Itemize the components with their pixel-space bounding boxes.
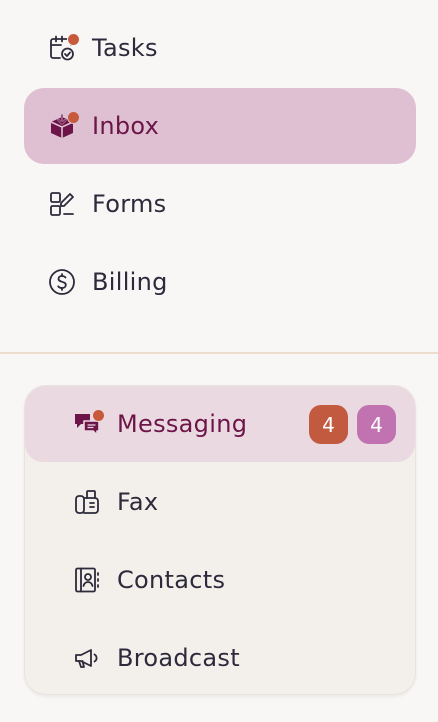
notification-dot bbox=[67, 111, 80, 124]
unread-count-badge: 4 bbox=[309, 405, 348, 444]
nav-item-broadcast[interactable]: Broadcast bbox=[25, 620, 415, 696]
notification-dot bbox=[92, 409, 105, 422]
nav-item-label: Fax bbox=[117, 488, 159, 516]
nav-item-messaging[interactable]: Messaging 4 4 bbox=[25, 386, 415, 462]
nav-item-label: Inbox bbox=[92, 112, 160, 140]
nav-item-contacts[interactable]: Contacts bbox=[25, 542, 415, 618]
nav-item-billing[interactable]: Billing bbox=[24, 244, 416, 320]
inbox-box-icon bbox=[47, 111, 80, 141]
notification-dot bbox=[67, 33, 80, 46]
megaphone-icon bbox=[72, 643, 102, 673]
nav-item-label: Billing bbox=[92, 268, 168, 296]
fax-icon bbox=[72, 487, 102, 517]
mention-count-badge: 4 bbox=[357, 405, 396, 444]
nav-item-inbox[interactable]: Inbox bbox=[24, 88, 416, 164]
nav-item-label: Forms bbox=[92, 190, 167, 218]
messaging-group: Messaging 4 4 Fax Contacts Broadcast bbox=[24, 385, 416, 695]
section-divider bbox=[0, 352, 438, 354]
nav-item-fax[interactable]: Fax bbox=[25, 464, 415, 540]
nav-item-tasks[interactable]: Tasks bbox=[24, 10, 416, 86]
nav-item-label: Messaging bbox=[117, 410, 248, 438]
nav-item-label: Tasks bbox=[92, 34, 158, 62]
calendar-check-icon bbox=[47, 33, 80, 63]
forms-icon bbox=[47, 189, 77, 219]
nav-item-label: Contacts bbox=[117, 566, 226, 594]
badge-group: 4 4 bbox=[309, 405, 396, 444]
contacts-book-icon bbox=[72, 565, 102, 595]
dollar-circle-icon bbox=[47, 267, 77, 297]
chat-bubbles-icon bbox=[72, 409, 105, 439]
nav-item-forms[interactable]: Forms bbox=[24, 166, 416, 242]
nav-item-label: Broadcast bbox=[117, 644, 240, 672]
